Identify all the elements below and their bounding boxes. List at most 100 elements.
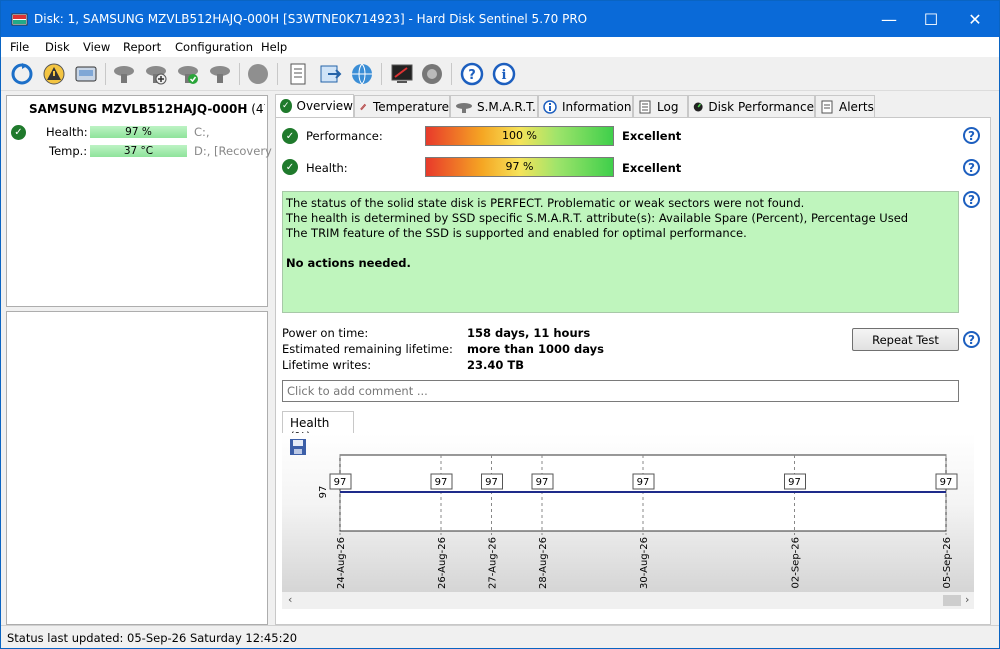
lifetime-writes-value: 23.40 TB <box>467 358 524 372</box>
terminal-icon[interactable] <box>389 61 415 87</box>
log-icon <box>639 100 651 113</box>
temp-bar: 37 °C <box>90 145 187 157</box>
send-report-icon[interactable] <box>317 61 343 87</box>
x-tick-label: 26-Aug-26 <box>437 537 448 589</box>
health-rating: Excellent <box>622 161 682 175</box>
app-icon <box>11 13 28 26</box>
network-icon[interactable] <box>349 61 375 87</box>
check-icon: ✓ <box>280 99 292 113</box>
smart-icon <box>456 102 472 113</box>
disk-size: (476.9 GB) <box>251 102 265 116</box>
status-text: Status last updated: 05-Sep-26 Saturday … <box>7 631 298 645</box>
tab-temperature[interactable]: Temperature <box>354 95 450 117</box>
power-on-label: Power on time: <box>282 326 369 340</box>
lifetime-writes-label: Lifetime writes: <box>282 358 372 372</box>
disk-name: SAMSUNG MZVLB512HAJQ-000H <box>29 102 248 116</box>
menu-help[interactable]: Help <box>261 40 287 54</box>
tab-overview[interactable]: ✓ Overview <box>275 94 354 117</box>
thermometer-icon <box>360 103 367 110</box>
help-icon[interactable]: ? <box>963 331 980 348</box>
menu-disk[interactable]: Disk <box>45 40 70 54</box>
power-on-value: 158 days, 11 hours <box>467 326 591 340</box>
health-gauge: 97 % <box>425 157 614 177</box>
x-tick-label: 30-Aug-26 <box>639 537 650 589</box>
x-tick-label: 27-Aug-26 <box>488 537 499 589</box>
tab-log[interactable]: Log <box>633 95 688 117</box>
health-bar: 97 % <box>90 126 187 138</box>
x-tick-label: 24-Aug-26 <box>336 537 347 589</box>
help-icon[interactable]: ? <box>963 191 980 208</box>
health-line-chart: 97 24-Aug-26 97 26-Aug-26 97 27-Aug-26 97 28-Au… <box>318 454 958 589</box>
help-icon[interactable]: ? <box>459 61 485 87</box>
info-icon[interactable]: i <box>491 61 517 87</box>
speaker-icon[interactable] <box>419 61 445 87</box>
info-icon <box>543 99 557 114</box>
svg-text:?: ? <box>468 68 476 83</box>
scroll-left-icon[interactable]: ‹ <box>288 593 292 606</box>
window-title: Disk: 1, SAMSUNG MZVLB512HAJQ-000H [S3WT… <box>34 12 588 26</box>
toolbar: ? i <box>1 57 999 91</box>
data-label: 97 <box>940 477 953 488</box>
y-tick-label: 97 <box>318 486 329 499</box>
help-icon[interactable]: ? <box>963 127 980 144</box>
data-label: 97 <box>536 477 549 488</box>
x-tick-label: 02-Sep-26 <box>791 537 802 589</box>
title-bar[interactable]: Disk: 1, SAMSUNG MZVLB512HAJQ-000H [S3WT… <box>1 1 999 37</box>
tab-information[interactable]: Information <box>538 95 633 117</box>
minimize-button[interactable]: — <box>867 1 911 37</box>
check-icon: ✓ <box>282 128 298 144</box>
maximize-button[interactable]: ☐ <box>909 1 953 37</box>
scroll-right-icon[interactable]: › <box>965 593 969 606</box>
alerts-icon <box>821 100 833 113</box>
disk-icon[interactable] <box>73 61 99 87</box>
tab-smart[interactable]: S.M.A.R.T. <box>450 95 538 117</box>
data-label: 97 <box>485 477 498 488</box>
hdd-arrow-icon[interactable] <box>207 61 233 87</box>
hdd-check-icon[interactable] <box>175 61 201 87</box>
temp-label: Temp.: <box>49 144 88 158</box>
status-description: The status of the solid state disk is PE… <box>282 191 959 313</box>
app-window: Disk: 1, SAMSUNG MZVLB512HAJQ-000H [S3WT… <box>0 0 1000 649</box>
tab-health-chart[interactable]: Health (%) <box>282 411 354 444</box>
disk-list-item[interactable]: SAMSUNG MZVLB512HAJQ-000H (476.9 GB) <box>29 102 265 116</box>
circle-gray-icon[interactable] <box>245 61 271 87</box>
performance-label: Performance: <box>306 129 383 143</box>
hdd-plus-icon[interactable] <box>143 61 169 87</box>
performance-rating: Excellent <box>622 129 682 143</box>
partition-c: C:, <box>194 125 210 139</box>
data-label: 97 <box>435 477 448 488</box>
data-label: 97 <box>637 477 650 488</box>
disk-list-panel: SAMSUNG MZVLB512HAJQ-000H (476.9 GB) ✓ H… <box>6 95 272 307</box>
svg-text:i: i <box>502 68 507 83</box>
report-icon[interactable] <box>285 61 311 87</box>
chart-scrollbar[interactable]: ‹ › <box>282 592 974 609</box>
tab-disk-performance[interactable]: Disk Performance <box>688 95 815 117</box>
close-button[interactable]: ✕ <box>953 1 997 37</box>
health-label: Health: <box>46 125 88 139</box>
menu-report[interactable]: Report <box>123 40 161 54</box>
help-icon[interactable]: ? <box>963 159 980 176</box>
repeat-test-button[interactable]: Repeat Test <box>852 328 959 351</box>
check-icon: ✓ <box>282 159 298 175</box>
x-tick-label: 05-Sep-26 <box>942 537 953 589</box>
data-label: 97 <box>788 477 801 488</box>
performance-icon <box>693 102 703 111</box>
hdd-gray-icon[interactable] <box>111 61 137 87</box>
partition-d: D:, [Recovery <box>194 144 272 158</box>
scroll-thumb[interactable] <box>943 595 961 606</box>
partition-panel <box>6 311 268 625</box>
menu-file[interactable]: File <box>10 40 29 54</box>
health-chart: 97 24-Aug-26 97 26-Aug-26 97 27-Aug-26 97 28-Au… <box>282 433 974 609</box>
menu-view[interactable]: View <box>83 40 110 54</box>
menu-bar: File Disk View Report Configuration Help <box>1 37 999 57</box>
refresh-icon[interactable] <box>9 61 35 87</box>
remaining-lifetime-value: more than 1000 days <box>467 342 604 356</box>
alert-icon[interactable] <box>41 61 67 87</box>
remaining-lifetime-label: Estimated remaining lifetime: <box>282 342 453 356</box>
x-tick-label: 28-Aug-26 <box>538 537 549 589</box>
tab-alerts[interactable]: Alerts <box>815 95 875 117</box>
menu-configuration[interactable]: Configuration <box>175 40 253 54</box>
health-label: Health: <box>306 161 348 175</box>
comment-input[interactable]: Click to add comment ... <box>282 380 959 402</box>
data-label: 97 <box>334 477 347 488</box>
